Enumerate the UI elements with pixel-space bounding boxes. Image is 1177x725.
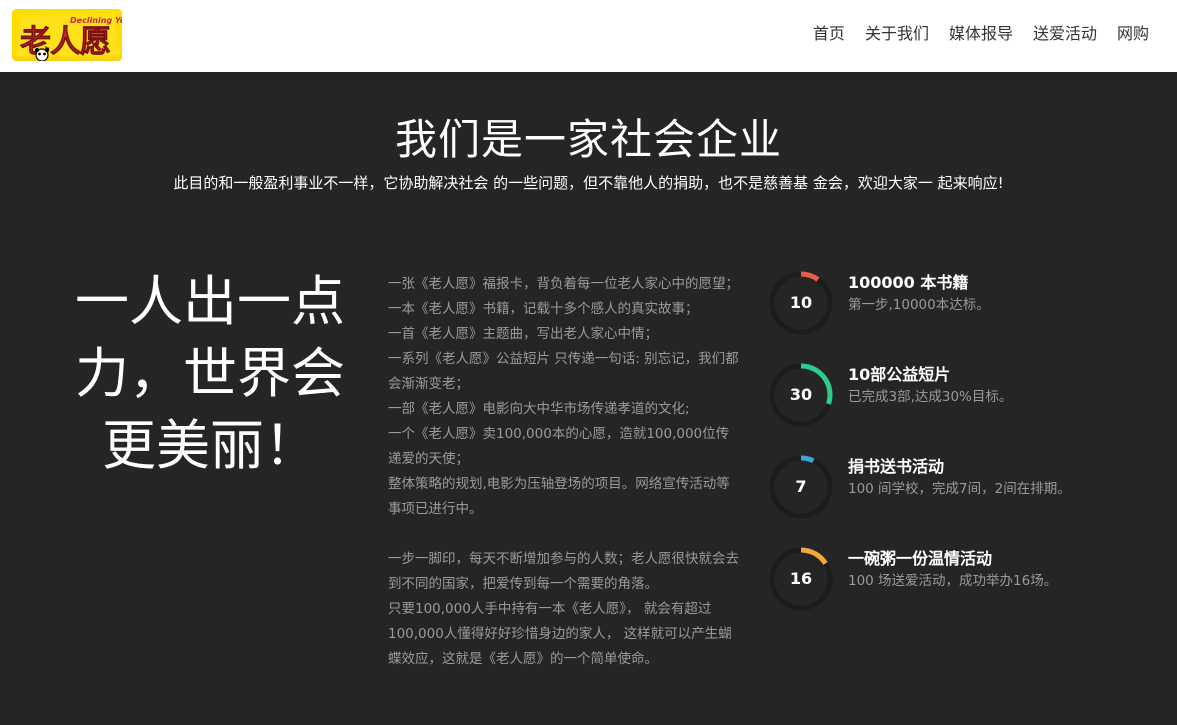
main-nav: 首页 关于我们 媒体报导 送爱活动 网购 xyxy=(813,22,1149,46)
stat-item-porridge: 16 一碗粥一份温情活动 100 场送爱活动，成功举办16场。 xyxy=(768,546,1148,616)
hero-title: 我们是一家社会企业 xyxy=(394,115,782,164)
stat-desc: 已完成3部,达成30%目标。 xyxy=(848,389,1013,405)
story-paragraph: 只要100,000人手中持有一本《老人愿》， 就会有超过100,000人懂得好好… xyxy=(388,601,732,667)
story-paragraph: 一步一脚印，每天不断增加参与的人数；老人愿很快就会去到不同的国家，把爱传到每一个… xyxy=(388,551,739,592)
slogan: 一人出一点 力，世界会 更美丽！ xyxy=(40,266,380,482)
hero-subtitle: 此目的和一般盈利事业不一样，它协助解决社会 的一些问题，但不靠他人的捐助，也不是… xyxy=(173,174,1004,192)
story-paragraph: 一部《老人愿》电影向大中华市场传递孝道的文化; xyxy=(388,401,690,417)
logo-graphic: Declining Years 老人愿 xyxy=(12,9,139,62)
nav-home[interactable]: 首页 xyxy=(813,22,845,46)
story-text: 一张《老人愿》福报卡，背负着每一位老人家心中的愿望； 一本《老人愿》书籍，记载十… xyxy=(388,272,740,672)
stat-title: 一碗粥一份温情活动 xyxy=(848,549,993,568)
stat-item-books: 10 100000 本书籍 第一步,10000本达标。 xyxy=(768,270,1148,340)
story-paragraph: 一系列《老人愿》公益短片 只传递一句话: 别忘记，我们都会渐渐变老； xyxy=(388,351,739,392)
story-paragraph: 一张《老人愿》福报卡，背负着每一位老人家心中的愿望； xyxy=(388,276,739,292)
nav-shop[interactable]: 网购 xyxy=(1117,22,1149,46)
nav-about[interactable]: 关于我们 xyxy=(865,22,929,46)
story-paragraph: 一个《老人愿》卖100,000本的心愿，造就100,000位传递爱的天使； xyxy=(388,426,730,467)
story-paragraph: 整体策略的规划,电影为压轴登场的项目。网络宣传活动等事项已进行中。 xyxy=(388,476,730,517)
progress-value: 30 xyxy=(789,385,813,404)
nav-media[interactable]: 媒体报导 xyxy=(949,22,1013,46)
progress-value: 7 xyxy=(795,477,807,496)
brand-logo[interactable]: Declining Years 老人愿 xyxy=(12,9,139,62)
stat-desc: 100 场送爱活动，成功举办16场。 xyxy=(848,573,1058,589)
slogan-line: 一人出一点 xyxy=(75,270,345,333)
stat-title: 捐书送书活动 xyxy=(848,457,945,476)
stat-item-films: 30 10部公益短片 已完成3部,达成30%目标。 xyxy=(768,362,1148,432)
logo-text: 老人愿 xyxy=(20,24,110,60)
stat-desc: 第一步,10000本达标。 xyxy=(848,297,990,313)
stat-item-donation: 7 捐书送书活动 100 间学校，完成7间，2间在排期。 xyxy=(768,454,1148,524)
stat-title: 100000 本书籍 xyxy=(848,273,969,292)
progress-value: 16 xyxy=(789,569,813,588)
stat-desc: 100 间学校，完成7间，2间在排期。 xyxy=(848,481,1071,497)
story-spacer xyxy=(388,522,740,547)
nav-activities[interactable]: 送爱活动 xyxy=(1033,22,1097,46)
top-navbar: Declining Years 老人愿 首页 关于我们 媒体报导 送爱活动 网购 xyxy=(0,0,1177,72)
stat-title: 10部公益短片 xyxy=(848,365,951,384)
slogan-line: 更美丽！ xyxy=(102,414,318,477)
progress-value: 10 xyxy=(789,293,813,312)
story-paragraph: 一首《老人愿》主题曲，写出老人家心中情； xyxy=(388,326,658,342)
story-paragraph: 一本《老人愿》书籍，记载十多个感人的真实故事； xyxy=(388,301,699,317)
slogan-line: 力，世界会 xyxy=(75,342,345,405)
